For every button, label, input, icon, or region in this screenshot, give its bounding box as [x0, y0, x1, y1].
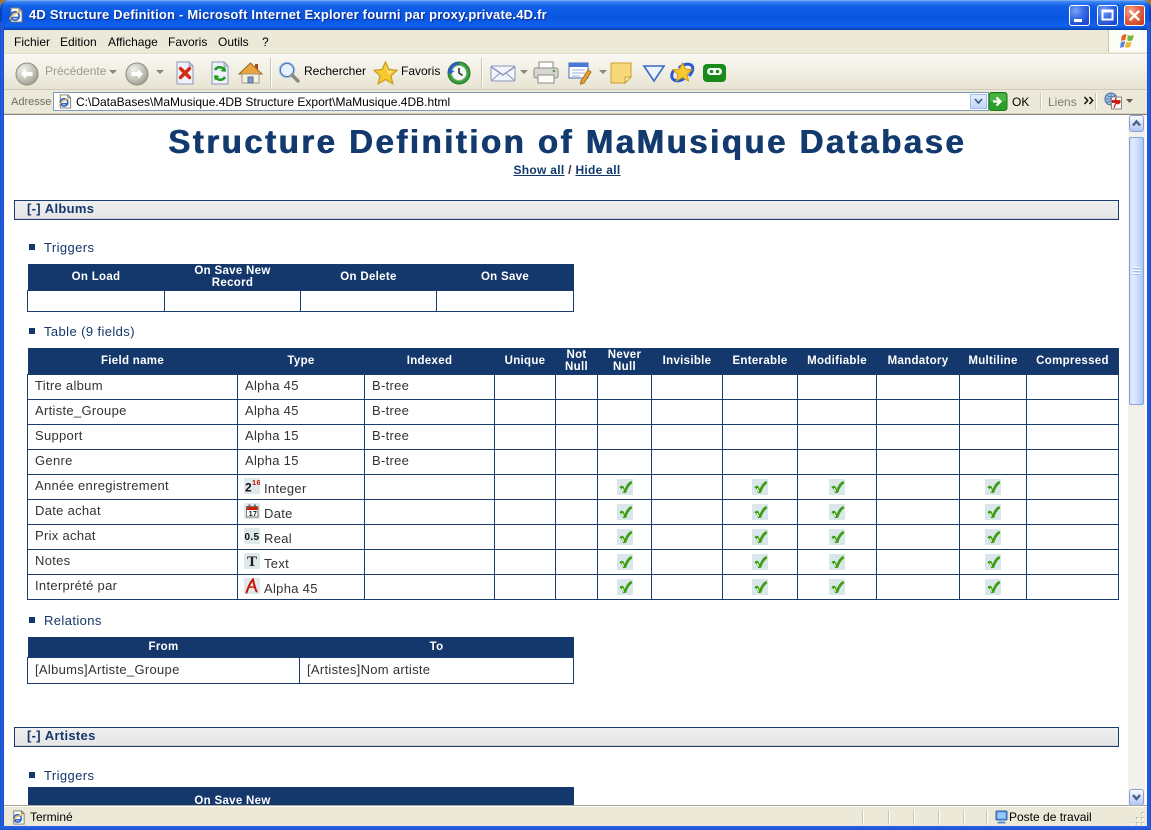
- svg-text:2: 2: [245, 480, 252, 494]
- svg-text:16: 16: [252, 478, 260, 487]
- svg-text:17: 17: [249, 511, 257, 518]
- svg-text:0.5: 0.5: [245, 532, 260, 543]
- svg-text:T: T: [247, 554, 257, 569]
